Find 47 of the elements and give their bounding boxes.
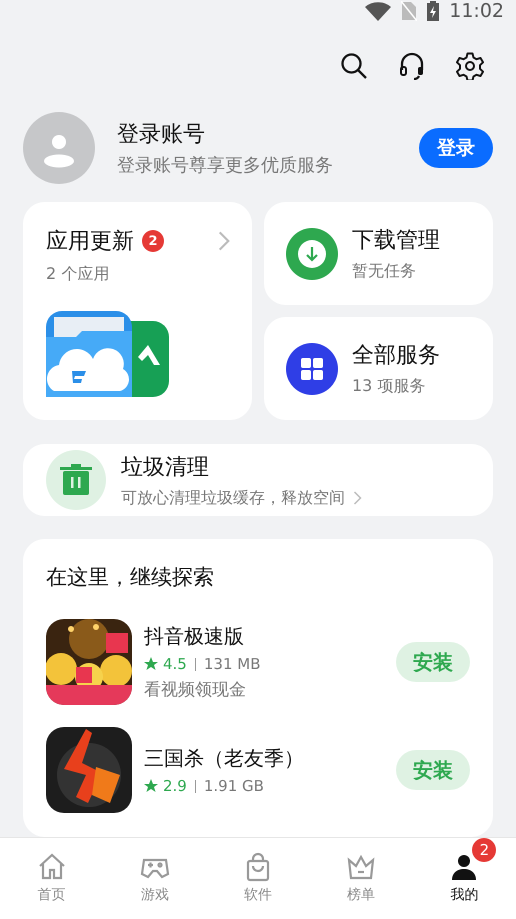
nav-tab[interactable]: 软件 [206, 838, 310, 919]
wifi-icon [365, 1, 392, 21]
trash-icon [46, 450, 106, 510]
chevron-icon [218, 231, 230, 251]
app-description: 看视频领现金 [144, 679, 247, 701]
status-time: 11:02 [449, 0, 504, 22]
battery-charging-icon [427, 1, 440, 21]
chevron-icon [353, 491, 362, 505]
download-icon [286, 228, 338, 280]
count-badge: 2 [142, 230, 164, 252]
card-subtitle: 13 项服务 [352, 376, 426, 397]
card-subtitle: 暂无任务 [352, 261, 417, 282]
nav-tab[interactable]: 首页 [0, 838, 104, 919]
card-title: 全部服务 [352, 342, 440, 370]
notification-badge: 2 [472, 838, 496, 862]
card-subtitle: 2 个应用 [46, 264, 110, 285]
app-name: 三国杀（老友季） [144, 745, 304, 772]
card-subtitle: 可放心清理垃圾缓存，释放空间 [121, 488, 345, 508]
cleanup-card[interactable]: 垃圾清理 可放心清理垃圾缓存，释放空间 [23, 444, 493, 516]
star-icon [144, 779, 158, 793]
avatar-icon [23, 112, 95, 184]
install-button[interactable]: 安装 [396, 642, 470, 682]
star-icon [144, 657, 158, 671]
no-sim-icon [401, 1, 418, 21]
nav-tab[interactable]: 游戏 [103, 838, 206, 919]
folder-cloud-icon [46, 311, 132, 397]
card-title: 下载管理 [352, 227, 440, 255]
section-title: 在这里，继续探索 [46, 565, 214, 589]
card-title: 应用更新 [46, 228, 134, 256]
services-card[interactable]: 全部服务 13 项服务 [264, 317, 493, 420]
app-rating: 4.5 [163, 655, 187, 673]
app-updates-card[interactable]: 应用更新 2 2 个应用 [23, 202, 252, 420]
settings-icon[interactable] [454, 50, 486, 82]
app-name: 抖音极速版 [144, 623, 245, 650]
crown-icon [345, 852, 378, 882]
download-card[interactable]: 下载管理 暂无任务 [264, 202, 493, 305]
app-size: 1.91 GB [204, 777, 264, 795]
nav-tab[interactable]: 榜单 [310, 838, 413, 919]
app-size: 131 MB [204, 655, 260, 673]
app-rating: 2.9 [163, 777, 187, 795]
grid-icon [286, 342, 338, 394]
card-title: 垃圾清理 [121, 454, 210, 482]
install-button[interactable]: 安装 [396, 750, 470, 790]
nav-tab[interactable]: 我的 2 [412, 838, 516, 919]
account-subtitle: 登录账号尊享更多优质服务 [117, 154, 334, 177]
account-title: 登录账号 [117, 121, 206, 149]
login-button[interactable]: 登录 [419, 128, 493, 168]
